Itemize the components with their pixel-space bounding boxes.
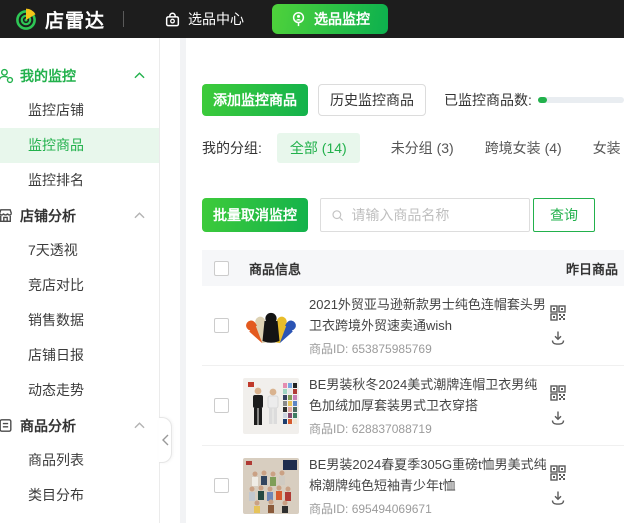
person-pin-icon xyxy=(290,11,307,28)
row-actions xyxy=(550,305,566,346)
row-checkbox[interactable] xyxy=(214,398,229,413)
product-title[interactable]: 2021外贸亚马逊新款男士纯色连帽套头男卫衣跨境外贸速卖通wish xyxy=(309,294,547,336)
product-info: 2021外贸亚马逊新款男士纯色连帽套头男卫衣跨境外贸速卖通wish 商品ID: … xyxy=(309,294,547,357)
sidebar-item-monitor-product[interactable]: 监控商品 xyxy=(0,128,159,163)
download-icon[interactable] xyxy=(550,490,566,506)
product-info: BE男装2024春夏季305G重磅t恤男美式纯棉潮牌纯色短袖青少年t恤 商品ID… xyxy=(309,454,547,517)
qrcode-icon[interactable] xyxy=(550,465,566,481)
column-product-info: 商品信息 xyxy=(249,259,301,278)
search-icon xyxy=(331,208,344,223)
clipboard-icon xyxy=(0,417,17,434)
toolbar: 添加监控商品 历史监控商品 已监控商品数: xyxy=(202,84,624,116)
sidebar-item-product-list[interactable]: 商品列表 xyxy=(0,443,159,478)
app-root: 店雷达 选品中心 选品监控 xyxy=(0,0,624,523)
progress-fill xyxy=(538,97,547,103)
qrcode-icon[interactable] xyxy=(550,385,566,401)
sidebar-item-sales-data[interactable]: 销售数据 xyxy=(0,303,159,338)
shop-icon xyxy=(0,207,17,224)
group-tab-women[interactable]: 女装 (5) xyxy=(593,138,624,158)
query-button[interactable]: 查询 xyxy=(533,198,595,232)
search-input[interactable] xyxy=(351,207,519,223)
group-tab-cross-border-women[interactable]: 跨境女装 (4) xyxy=(485,138,562,158)
table-row: 2021外贸亚马逊新款男士纯色连帽套头男卫衣跨境外贸速卖通wish 商品ID: … xyxy=(202,286,624,366)
row-checkbox[interactable] xyxy=(214,478,229,493)
sidebar-section-my-monitor[interactable]: 我的监控 xyxy=(0,58,159,93)
select-all-checkbox[interactable] xyxy=(214,261,229,276)
group-filter-bar: 我的分组: 全部 (14) 未分组 (3) 跨境女装 (4) 女装 (5) xyxy=(202,133,624,163)
product-search-box[interactable] xyxy=(320,198,530,232)
top-header: 店雷达 选品中心 选品监控 xyxy=(0,0,624,38)
product-info: BE男装秋冬2024美式潮牌连帽卫衣男纯色加绒加厚套装男式卫衣穿搭 商品ID: … xyxy=(309,374,547,437)
page-body: 我的监控 监控店铺 监控商品 监控排名 店铺分析 xyxy=(0,38,624,523)
table-row: BE男装2024春夏季305G重磅t恤男美式纯棉潮牌纯色短袖青少年t恤 商品ID… xyxy=(202,446,624,523)
batch-cancel-monitor-button[interactable]: 批量取消监控 xyxy=(202,198,308,232)
group-filter-label: 我的分组: xyxy=(202,138,262,158)
main-content: 添加监控商品 历史监控商品 已监控商品数: 我的分组: 全部 (14) 未分组 … xyxy=(186,38,624,523)
product-image[interactable] xyxy=(243,458,299,514)
nav-item-selection-center[interactable]: 选品中心 xyxy=(164,9,244,29)
nav-item-selection-monitor[interactable]: 选品监控 xyxy=(272,4,388,34)
column-yesterday: 昨日商品 xyxy=(566,259,624,278)
sidebar-item-monitor-rank[interactable]: 监控排名 xyxy=(0,163,159,198)
bag-icon xyxy=(164,11,181,28)
monitored-count-progress xyxy=(538,97,624,103)
product-id: 商品ID: 653875985769 xyxy=(309,340,547,357)
sidebar-item-category-distribution[interactable]: 类目分布 xyxy=(0,478,159,513)
sidebar-item-monitor-shop[interactable]: 监控店铺 xyxy=(0,93,159,128)
product-id: 商品ID: 628837088719 xyxy=(309,420,547,437)
sidebar-section-label: 商品分析 xyxy=(20,416,76,436)
sidebar-section-shop-analysis[interactable]: 店铺分析 xyxy=(0,198,159,233)
radar-icon xyxy=(14,7,38,31)
monitor-user-icon xyxy=(0,67,17,84)
sidebar-section-label: 我的监控 xyxy=(20,66,76,86)
sidebar-item-shop-daily[interactable]: 店铺日报 xyxy=(0,338,159,373)
sidebar-item-7day-view[interactable]: 7天透视 xyxy=(0,233,159,268)
sidebar: 我的监控 监控店铺 监控商品 监控排名 店铺分析 xyxy=(0,38,160,523)
nav-monitor-label: 选品监控 xyxy=(314,9,370,29)
add-monitor-product-button[interactable]: 添加监控商品 xyxy=(202,84,308,116)
brand-name: 店雷达 xyxy=(45,6,105,33)
brand-logo[interactable]: 店雷达 xyxy=(14,6,105,33)
group-tab-all[interactable]: 全部 (14) xyxy=(277,133,360,163)
sidebar-section-label: 店铺分析 xyxy=(20,206,76,226)
product-image[interactable] xyxy=(243,378,299,434)
product-title[interactable]: BE男装秋冬2024美式潮牌连帽卫衣男纯色加绒加厚套装男式卫衣穿搭 xyxy=(309,374,547,416)
sidebar-gutter xyxy=(160,38,186,523)
chevron-up-icon xyxy=(134,72,145,79)
sidebar-collapse-handle[interactable] xyxy=(159,417,172,463)
product-table: 商品信息 昨日商品 xyxy=(202,250,624,523)
row-checkbox[interactable] xyxy=(214,318,229,333)
chevron-left-icon xyxy=(162,434,169,446)
group-tab-ungrouped[interactable]: 未分组 (3) xyxy=(391,138,454,158)
row-actions xyxy=(550,385,566,426)
header-divider xyxy=(123,11,124,27)
download-icon[interactable] xyxy=(550,330,566,346)
nav-center-label: 选品中心 xyxy=(188,9,244,29)
chevron-up-icon xyxy=(134,422,145,429)
product-id: 商品ID: 695494069671 xyxy=(309,500,547,517)
qrcode-icon[interactable] xyxy=(550,305,566,321)
table-header: 商品信息 昨日商品 xyxy=(202,250,624,286)
sidebar-section-product-analysis[interactable]: 商品分析 xyxy=(0,408,159,443)
product-title[interactable]: BE男装2024春夏季305G重磅t恤男美式纯棉潮牌纯色短袖青少年t恤 xyxy=(309,454,547,496)
monitored-count-label: 已监控商品数: xyxy=(444,90,532,110)
row-actions xyxy=(550,465,566,506)
list-actions-bar: 批量取消监控 查询 xyxy=(202,198,624,232)
sidebar-item-trend[interactable]: 动态走势 xyxy=(0,373,159,408)
product-image[interactable] xyxy=(243,298,299,354)
table-row: BE男装秋冬2024美式潮牌连帽卫衣男纯色加绒加厚套装男式卫衣穿搭 商品ID: … xyxy=(202,366,624,446)
sidebar-item-competitor-compare[interactable]: 竞店对比 xyxy=(0,268,159,303)
history-monitor-product-button[interactable]: 历史监控商品 xyxy=(318,84,426,116)
download-icon[interactable] xyxy=(550,410,566,426)
chevron-up-icon xyxy=(134,212,145,219)
